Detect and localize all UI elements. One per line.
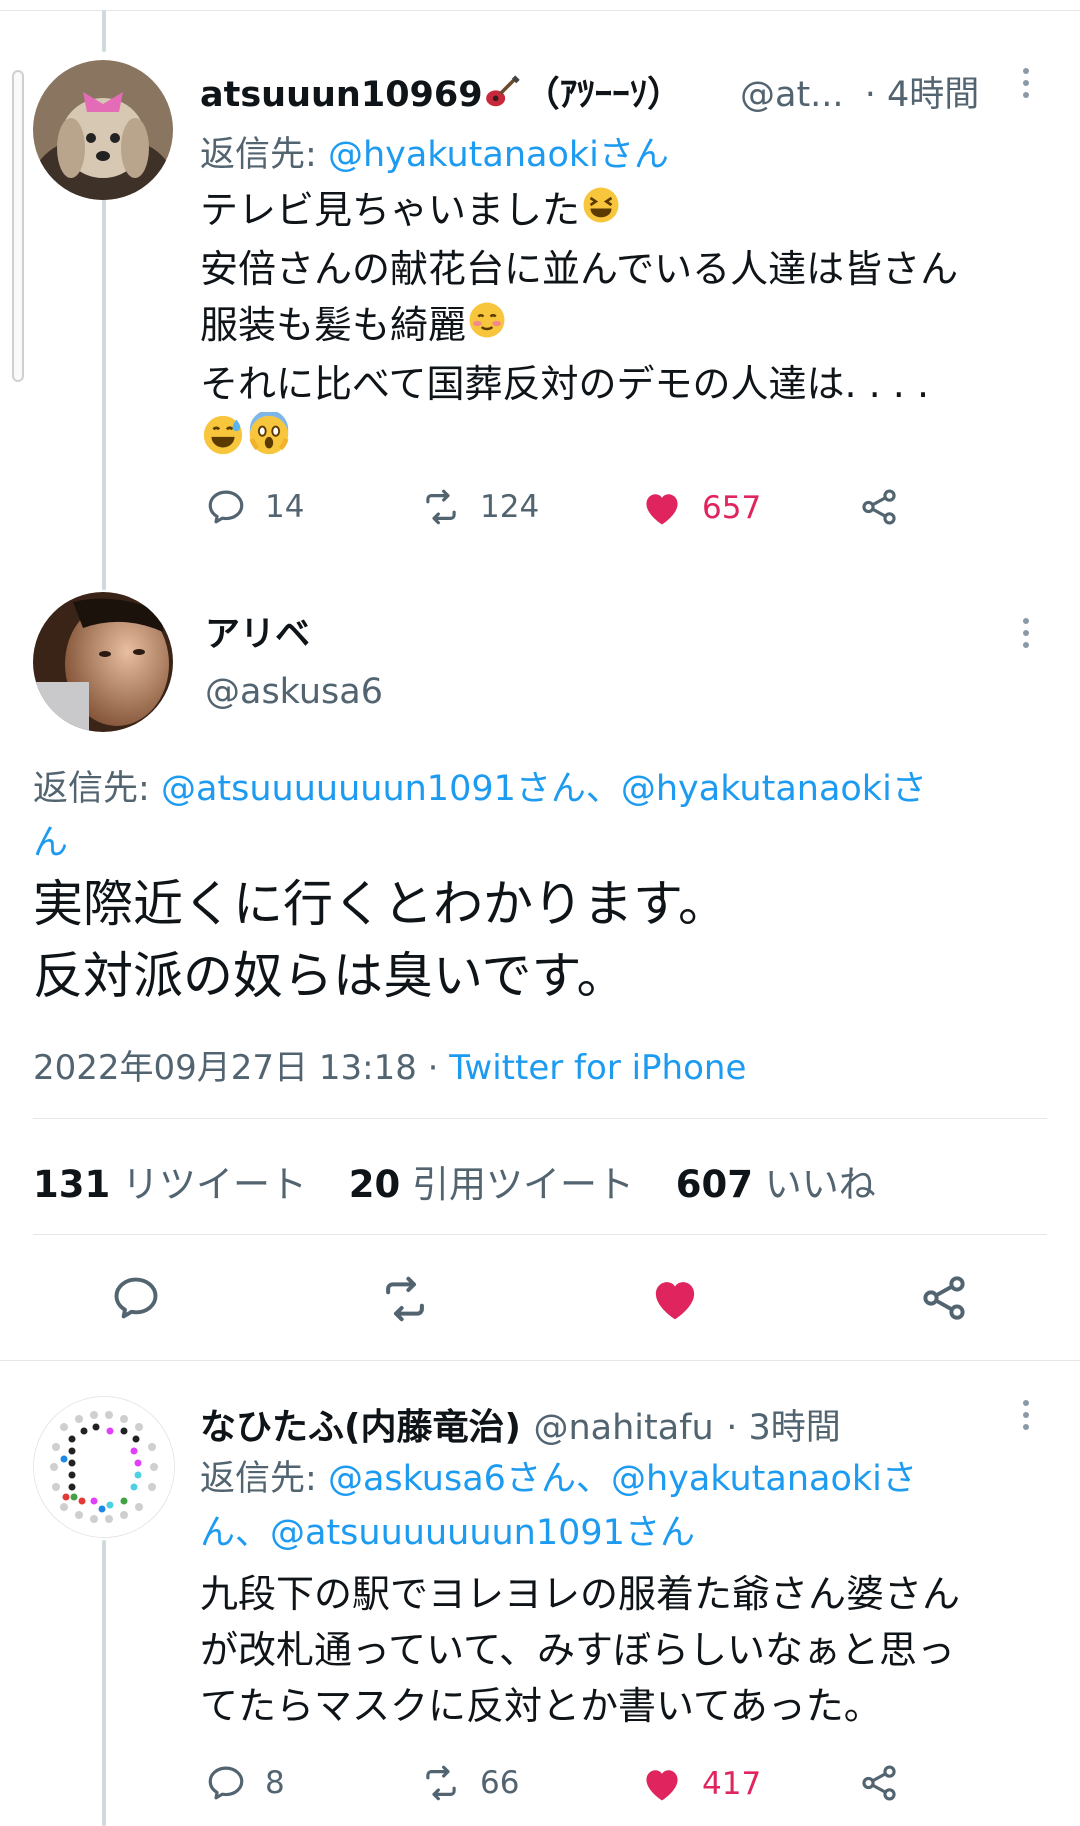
main-more-icon[interactable] [1022,618,1030,654]
tweet3-author[interactable]: なひたふ(内藤竜治) @nahitafu · 3時間 [200,1398,841,1450]
avatar-nahitafu[interactable] [33,1396,175,1538]
main-reply-prefix: 返信先: [33,769,150,809]
tweet1-retweet-button[interactable]: 124 [420,486,539,528]
tweet1-line-2: 安倍さんの献花台に並んでいる人達は皆さん [200,247,959,291]
tweet1-share-button[interactable] [858,486,900,528]
tweet1-line-1: テレビ見ちゃいました [200,188,581,232]
tweet3-text: 九段下の駅でヨレヨレの服着た爺さん婆さん が改札通っていて、みすぼらしいなぁと思… [200,1566,960,1734]
like-stat[interactable]: 607 いいね [676,1163,876,1206]
avatar-atsuuun[interactable] [33,60,173,200]
avatar-arib[interactable] [33,592,173,732]
tweet3-like-button[interactable]: 417 [640,1762,761,1806]
heart-icon [640,486,684,530]
tweet1-line-4: それに比べて国葬反対のデモの人達は. . . . [200,362,930,406]
scrollbar[interactable] [12,70,24,382]
main-line-2: 反対派の奴らは臭いです。 [33,947,627,1005]
thread-line [102,175,106,590]
tweet1-reply-mention[interactable]: @hyakutanaokiさん [328,135,669,175]
tweet1-line-3: 服装も髪も綺麗 [200,303,467,347]
retweet-icon [420,1762,462,1804]
blushing-smile-emoji-icon [466,299,508,356]
tweet1-retweet-count: 124 [480,489,540,525]
retweet-icon [420,486,462,528]
main-share-button[interactable] [918,1272,970,1324]
main-line-1: 実際近くに行くとわかります。 [33,875,728,933]
main-tweet-text: 実際近くに行くとわかります。 反対派の奴らは臭いです。 [33,868,728,1012]
main-handle[interactable]: @askusa6 [205,672,383,712]
tweet3-display-name: なひたふ(内藤竜治) [200,1407,521,1448]
tweet3-retweet-button[interactable]: 66 [420,1762,519,1804]
tweet1-handle-time: @at... · 4時間 [740,66,979,117]
main-reply-mentions[interactable]: @atsuuuuuuun1091さん、@hyakutanaokiさ [161,769,927,809]
main-reply-mentions-cont[interactable]: ん [33,816,927,870]
stats-top-divider [33,1118,1047,1119]
tweet1-like-button[interactable]: 657 [640,486,761,530]
main-stats: 131 リツイート 20 引用ツイート 607 いいね [33,1154,876,1208]
tweet1-time[interactable]: · 4時間 [865,75,980,115]
guitar-emoji-icon [483,73,521,120]
tweet3-line-3: てたらマスクに反対とか書いてあった。 [200,1684,882,1728]
tweet3-reply-count: 8 [265,1765,285,1801]
reply-icon [205,1762,247,1804]
tweet1-reply-prefix: 返信先: [200,135,317,175]
laughing-emoji-icon [580,184,622,241]
tweet1-display-name: atsuuun10969 [200,75,483,115]
tweet3-line-1: 九段下の駅でヨレヨレの服着た爺さん婆さん [200,1572,961,1616]
main-timestamp[interactable]: 2022年09月27日 13:18 · [33,1048,449,1088]
tweet1-reply-count: 14 [265,489,305,525]
sweat-smile-emoji-icon [200,412,246,473]
screaming-emoji-icon [246,410,292,473]
reply-icon [110,1272,162,1324]
tweet1-handle[interactable]: @at... [740,75,844,115]
tweet3-reply-to: 返信先: @askusa6さん、@hyakutanaokiさ ん、@atsuuu… [200,1452,917,1560]
tweet1-author[interactable]: atsuuun10969 （ｱﾂｰｰｿ） [200,66,682,120]
main-like-button[interactable] [648,1272,702,1326]
share-icon [858,1762,900,1804]
section-divider [0,1360,1080,1361]
tweet3-handle[interactable]: @nahitafu [533,1408,713,1448]
stats-bottom-divider [33,1234,1047,1235]
quote-stat[interactable]: 20 引用ツイート [349,1163,634,1206]
retweet-stat[interactable]: 131 リツイート [33,1163,307,1206]
tweet1-text: テレビ見ちゃいました 安倍さんの献花台に並んでいる人達は皆さん 服装も髪も綺麗 … [200,182,958,473]
main-display-name[interactable]: アリベ [205,606,310,657]
main-reply-to: 返信先: @atsuuuuuuun1091さん、@hyakutanaokiさ ん [33,762,927,870]
main-retweet-button[interactable] [378,1272,432,1326]
thread-line-bottom [102,1540,106,1826]
tweet3-reply-button[interactable]: 8 [205,1762,285,1804]
reply-icon [205,486,247,528]
tweet1-name-suffix: （ｱﾂｰｰｿ） [524,75,683,115]
tweet1-reply-button[interactable]: 14 [205,486,304,528]
tweet3-time[interactable]: · 3時間 [726,1408,841,1448]
tweet1-reply-to: 返信先: @hyakutanaokiさん [200,126,669,177]
tweet1-more-icon[interactable] [1022,68,1030,104]
tweet3-reply-mentions[interactable]: @askusa6さん、@hyakutanaokiさ [328,1459,917,1499]
tweet3-line-2: が改札通っていて、みすぼらしいなぁと思っ [200,1628,956,1672]
main-timestamp-row: 2022年09月27日 13:18 · Twitter for iPhone [33,1040,746,1089]
tweet3-share-button[interactable] [858,1762,900,1804]
main-source[interactable]: Twitter for iPhone [449,1048,746,1088]
heart-icon [648,1272,702,1326]
thread-line-top [102,10,106,52]
heart-icon [640,1762,684,1806]
tweet3-reply-mentions-cont[interactable]: ん、@atsuuuuuuun1091さん [200,1506,917,1560]
retweet-icon [378,1272,432,1326]
main-reply-button[interactable] [110,1272,162,1324]
tweet3-more-icon[interactable] [1022,1400,1030,1436]
tweet3-retweet-count: 66 [480,1765,520,1801]
share-icon [918,1272,970,1324]
share-icon [858,486,900,528]
tweet3-reply-prefix: 返信先: [200,1459,317,1499]
top-divider [0,10,1080,11]
tweet1-like-count: 657 [702,490,762,526]
tweet3-like-count: 417 [702,1766,762,1802]
